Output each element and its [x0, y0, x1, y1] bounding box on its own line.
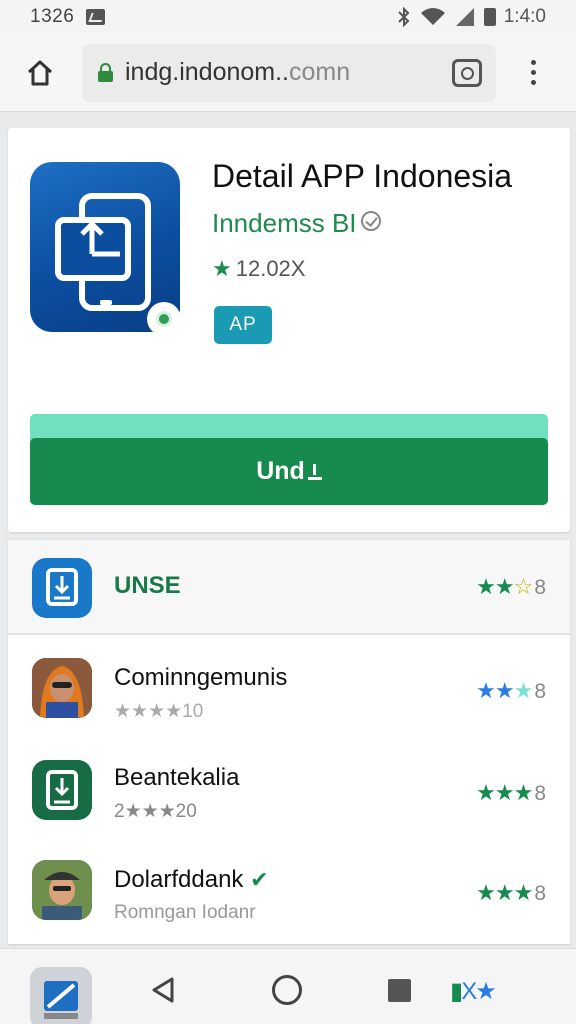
list-item-rating: ★★★8: [476, 780, 546, 805]
browser-toolbar: indg.indonom..comn: [0, 34, 576, 112]
list-item-rating: ★★★8: [476, 880, 546, 905]
related-apps-list: UNSE ★★☆8 Cominngemunis ★★★★10 ★★★8 Bean…: [8, 540, 570, 944]
home-button[interactable]: [20, 53, 60, 93]
lock-icon: [98, 63, 113, 82]
list-header-title: UNSE: [114, 572, 181, 599]
download-app-icon: [32, 760, 92, 820]
image-icon: [86, 9, 106, 25]
notification-tray: ▮X★: [450, 978, 497, 1005]
store-app-icon[interactable]: [30, 967, 92, 1024]
list-item-name: Dolarfddank ✔: [114, 866, 269, 893]
wifi-icon: [420, 8, 445, 25]
status-clock: 1:4:0: [503, 6, 546, 27]
battery-icon: [483, 8, 496, 26]
back-button[interactable]: [148, 975, 178, 1005]
person-hat-avatar: [32, 860, 92, 920]
list-item[interactable]: Beantekalia 2★★★20 ★★★8: [8, 752, 570, 842]
list-header-row[interactable]: UNSE ★★☆8: [8, 540, 570, 635]
bluetooth-icon: [398, 7, 410, 27]
home-icon: [27, 60, 53, 85]
list-item-sub: 2★★★20: [114, 801, 197, 822]
verified-badge-icon: [149, 304, 179, 334]
address-bar[interactable]: indg.indonom..comn: [82, 43, 496, 102]
signal-icon: [455, 8, 474, 26]
camera-icon[interactable]: [452, 58, 482, 87]
list-item-rating: ★★★8: [476, 678, 546, 703]
download-icon: [307, 463, 322, 480]
list-item-sub: Romngan Iodanr: [114, 902, 256, 923]
developer-name[interactable]: Inndemss BI: [212, 208, 381, 239]
content-rating-badge: AP: [214, 306, 272, 344]
app-rating: ★ 12.02X: [212, 256, 306, 281]
app-detail-card: Detail APP Indonesia Inndemss BI ★ 12.02X…: [8, 128, 570, 532]
install-button[interactable]: Und: [30, 438, 548, 505]
status-time: 1326: [30, 6, 75, 27]
list-item-name: Beantekalia: [114, 764, 240, 791]
star-icon: ★: [212, 256, 232, 281]
verified-icon: [360, 211, 381, 231]
verified-icon: ✔: [250, 867, 269, 892]
system-nav-bar: ▮X★: [0, 948, 576, 1024]
list-header-rating: ★★☆8: [476, 574, 546, 599]
more-vert-icon[interactable]: [528, 60, 538, 85]
home-nav-button[interactable]: [272, 975, 302, 1005]
back-icon: [152, 977, 174, 1003]
person-orange-hood-avatar: [32, 658, 92, 718]
list-item-sub: ★★★★10: [114, 701, 204, 722]
url-text: indg.indonom..comn: [125, 58, 351, 86]
status-right: 1:4:0: [396, 6, 546, 28]
status-bar: 1326 1:4:0: [0, 0, 576, 34]
list-item[interactable]: Dolarfddank ✔ Romngan Iodanr ★★★8: [8, 852, 570, 942]
download-app-icon: [32, 558, 92, 618]
app-title: Detail APP Indonesia: [212, 158, 513, 194]
list-item-name: Cominngemunis: [114, 664, 288, 691]
list-item[interactable]: Cominngemunis ★★★★10 ★★★8: [8, 650, 570, 740]
recents-button[interactable]: [388, 979, 411, 1002]
